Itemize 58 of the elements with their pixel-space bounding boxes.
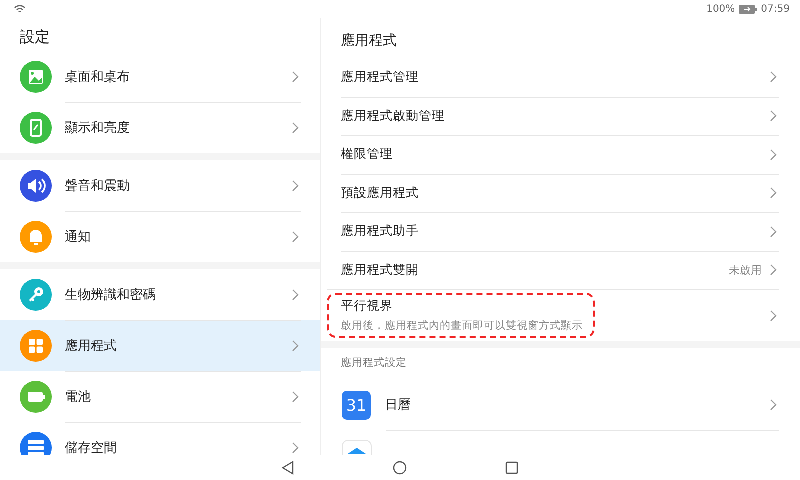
back-icon[interactable] bbox=[281, 460, 295, 474]
sidebar-item-label: 儲存空間 bbox=[65, 440, 118, 455]
app-label: 日曆 bbox=[385, 397, 412, 414]
chevron-icon bbox=[770, 71, 777, 84]
chevron-icon bbox=[770, 187, 777, 200]
row-label: 應用程式管理 bbox=[341, 68, 419, 86]
sidebar-item-label: 生物辨識和密碼 bbox=[65, 286, 157, 304]
chevron-icon bbox=[770, 310, 777, 322]
settings-row[interactable]: 預設應用程式 bbox=[341, 174, 779, 212]
chevron-icon bbox=[770, 110, 777, 122]
sidebar-item-label: 桌面和桌布 bbox=[65, 68, 131, 86]
chevron-icon bbox=[770, 264, 777, 276]
sidebar-item-label: 應用程式 bbox=[65, 338, 118, 355]
settings-row[interactable]: 應用程式管理 bbox=[341, 58, 779, 96]
battery-percent: 100% bbox=[706, 4, 736, 14]
chevron-icon bbox=[292, 122, 299, 134]
home-icon[interactable] bbox=[393, 460, 407, 474]
chevron-icon bbox=[292, 231, 299, 243]
recents-icon[interactable] bbox=[505, 460, 519, 474]
row-label: 平行視界 bbox=[341, 298, 394, 315]
settings-row[interactable]: 權限管理 bbox=[341, 135, 779, 174]
row-label: 應用程式啟動管理 bbox=[341, 108, 445, 125]
settings-row[interactable]: 應用程式助手 bbox=[341, 212, 779, 250]
sidebar-item[interactable]: 桌面和桌布 bbox=[0, 51, 320, 102]
sidebar-item[interactable]: 生物辨識和密碼 bbox=[0, 269, 320, 320]
settings-row[interactable]: 應用程式雙開 未啟用 bbox=[341, 250, 779, 289]
app-row[interactable]: 31 日曆 bbox=[321, 380, 800, 430]
chevron-icon bbox=[770, 399, 777, 411]
row-label: 預設應用程式 bbox=[341, 184, 419, 202]
page-title: 應用程式 bbox=[340, 32, 398, 51]
sidebar-item[interactable]: 儲存空間 bbox=[0, 422, 320, 455]
sidebar-item[interactable]: 聲音和震動 bbox=[0, 160, 320, 211]
clock: 07:59 bbox=[761, 4, 790, 14]
sidebar-item-label: 聲音和震動 bbox=[65, 178, 131, 194]
sidebar-item[interactable]: 電池 bbox=[0, 371, 320, 422]
settings-row[interactable]: 應用程式啟動管理 bbox=[341, 96, 779, 135]
row-label: 應用程式助手 bbox=[341, 223, 419, 240]
row-label: 應用程式雙開 bbox=[341, 262, 419, 279]
sidebar-item[interactable]: 應用程式 bbox=[0, 320, 320, 371]
sidebar-title: 設定 bbox=[19, 27, 51, 48]
calendar-icon: 31 bbox=[342, 390, 371, 420]
wifi-icon bbox=[14, 4, 26, 14]
section-label: 應用程式設定 bbox=[340, 356, 408, 371]
chevron-icon bbox=[770, 148, 777, 161]
chevron-icon bbox=[292, 391, 299, 403]
sidebar-item-label: 顯示和亮度 bbox=[65, 120, 131, 137]
row-value: 未啟用 bbox=[729, 262, 762, 278]
chevron-icon bbox=[292, 180, 299, 192]
row-description: 啟用後，應用程式內的畫面即可以雙視窗方式顯示 bbox=[341, 319, 583, 333]
chevron-icon bbox=[292, 340, 299, 352]
chevron-icon bbox=[770, 226, 777, 238]
chevron-icon bbox=[292, 288, 299, 300]
sidebar-item-label: 通知 bbox=[65, 229, 92, 246]
battery-icon bbox=[739, 4, 758, 14]
chevron-icon bbox=[292, 70, 299, 82]
row-label: 權限管理 bbox=[341, 146, 393, 164]
sidebar-item-label: 電池 bbox=[65, 389, 92, 406]
chevron-icon bbox=[292, 442, 299, 454]
